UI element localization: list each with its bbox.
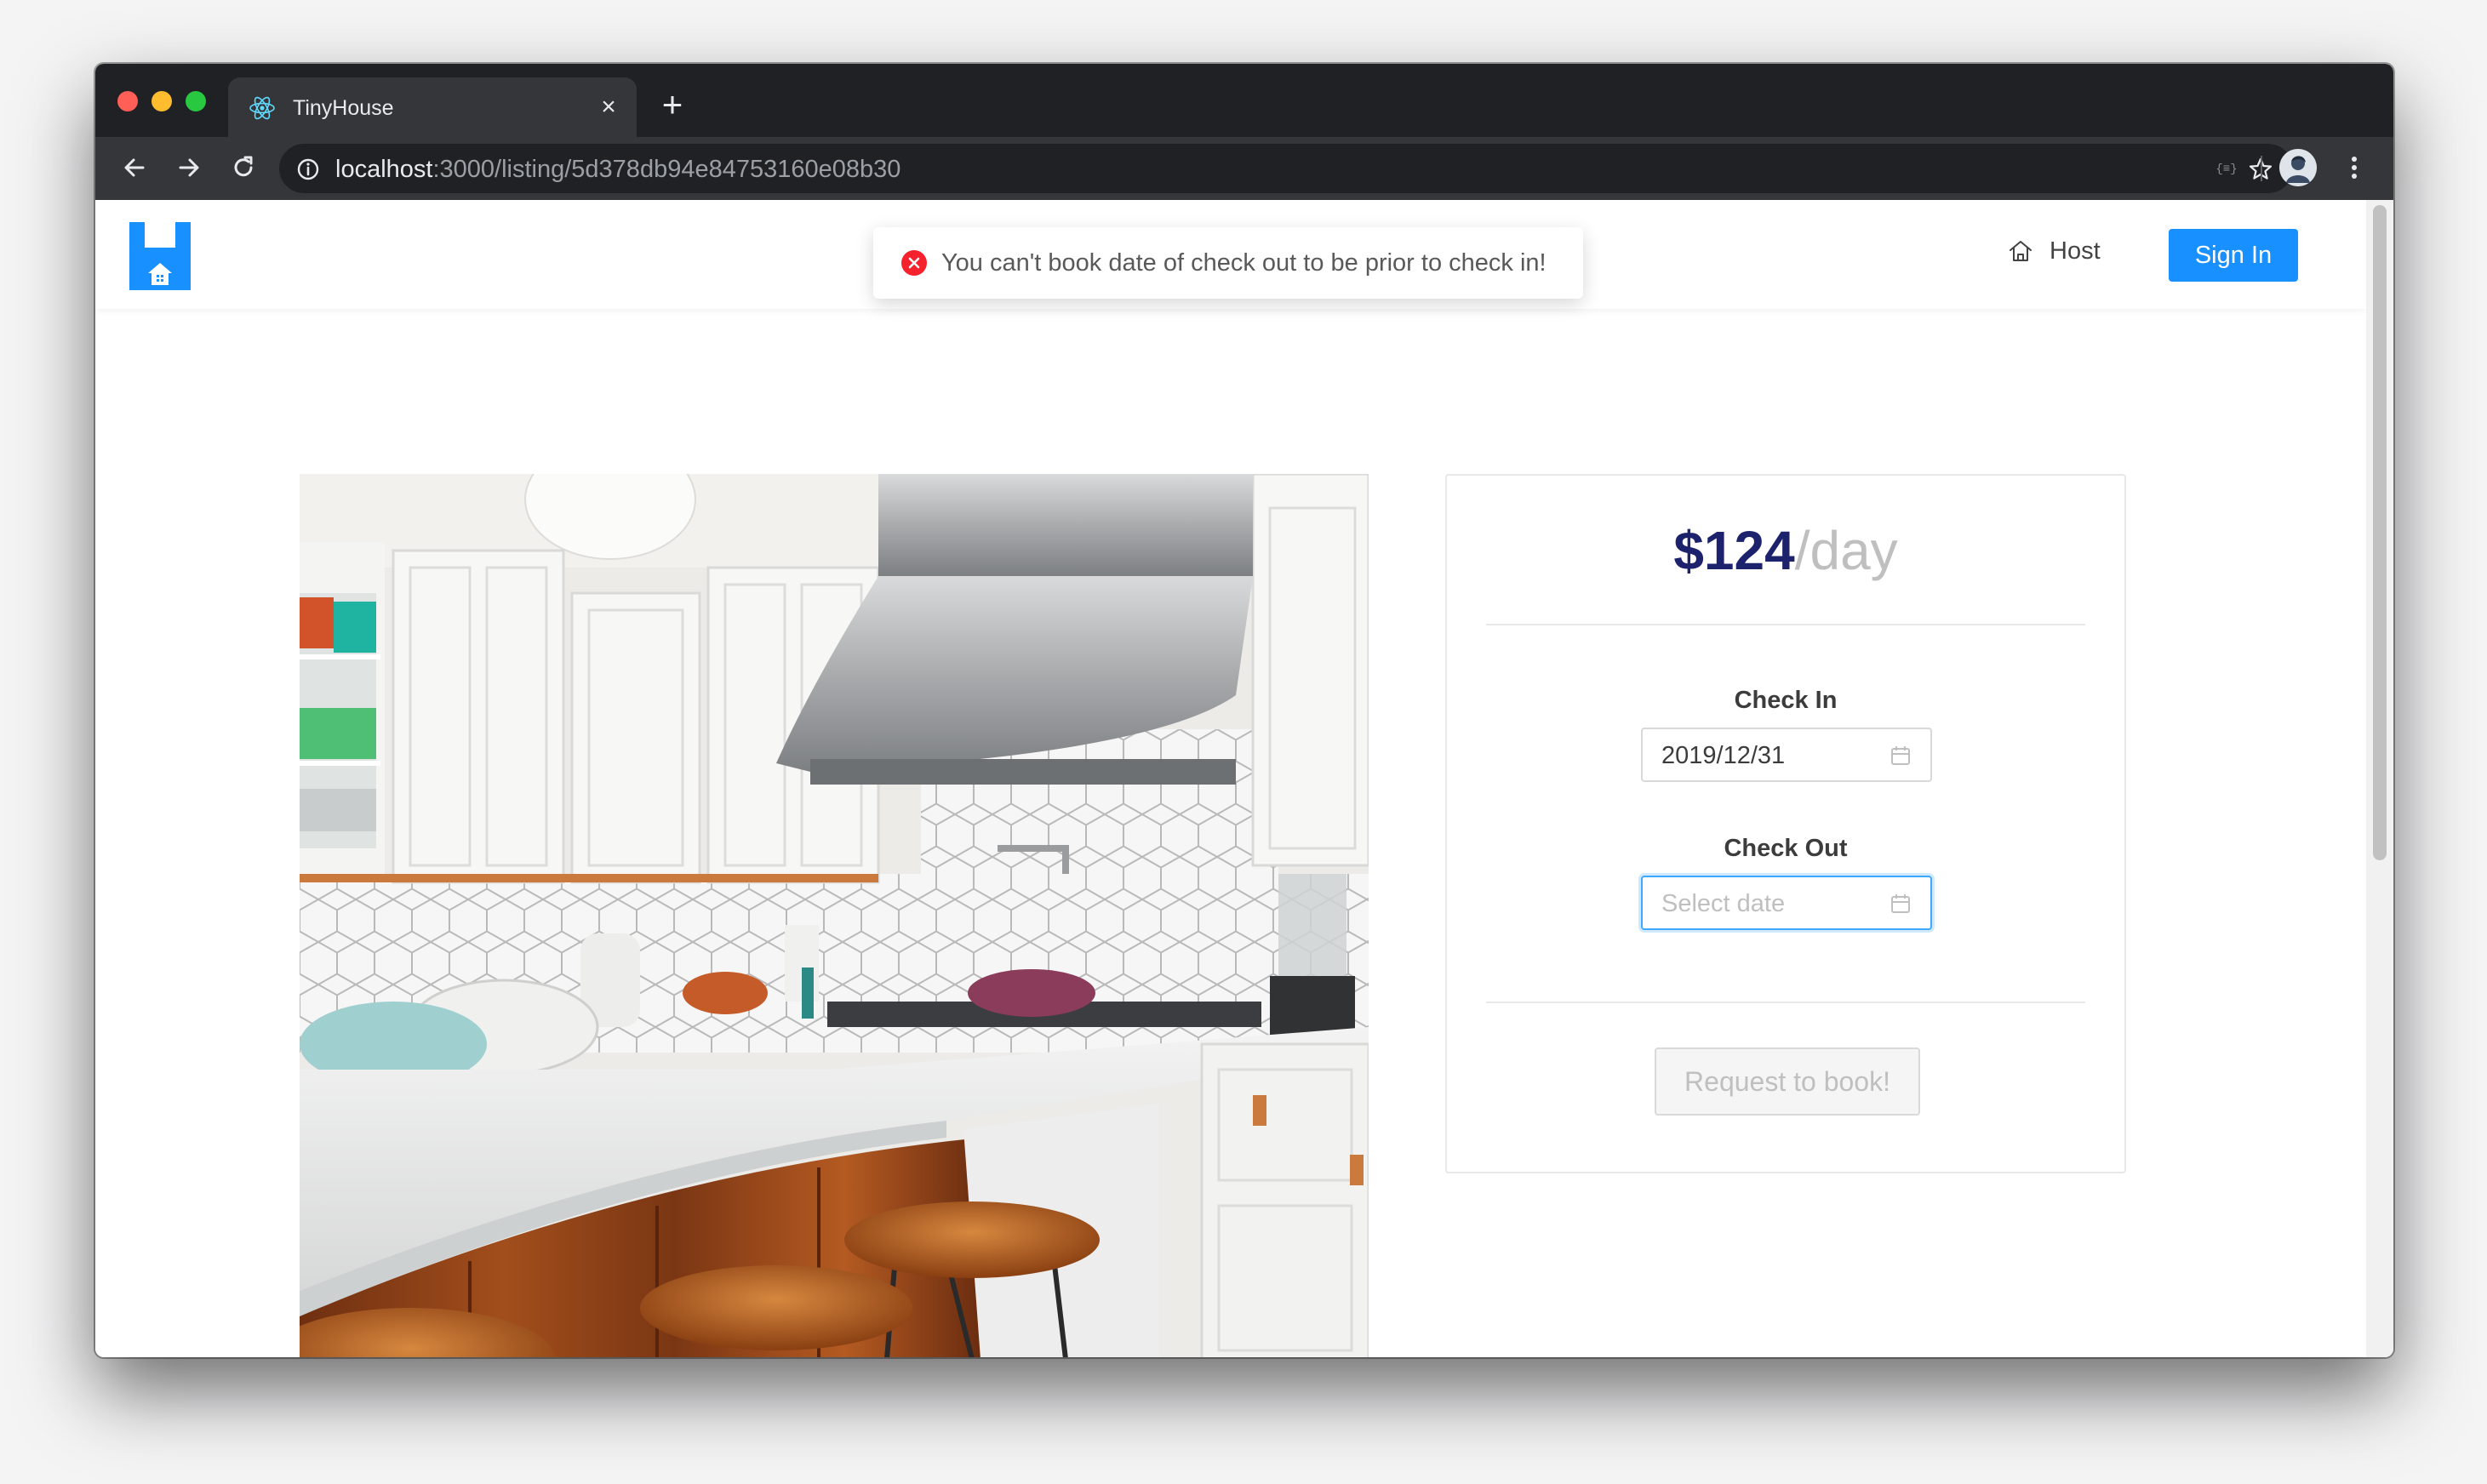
calendar-icon [1891,746,1910,765]
check-out-date-picker[interactable]: Select date [1641,876,1932,930]
check-in-label: Check In [1734,687,1838,714]
tab-bar: TinyHouse × + [95,64,2393,137]
booking-card: $124/day Check In 2019/12/31 Check Out S… [1445,474,2126,1173]
avatar-icon [2279,149,2317,186]
maximize-window-button[interactable] [186,91,206,111]
more-options-icon[interactable] [2339,152,2370,183]
url-host: localhost [335,156,433,183]
close-circle-error-icon [901,250,927,276]
svg-text:{≡}: {≡} [2215,163,2237,176]
address-bar[interactable]: localhost:3000/listing/5d378db94e8475316… [279,144,2293,193]
price-unit: /day [1794,520,1898,581]
listing-photo [300,474,1369,1357]
browser-tab[interactable]: TinyHouse × [228,77,637,137]
check-out-label: Check Out [1724,835,1848,862]
tab-close-icon[interactable]: × [596,94,621,120]
calendar-icon [1891,894,1910,913]
new-tab-icon[interactable]: + [657,87,688,123]
price-divider [1486,624,2085,625]
forward-arrow-icon[interactable] [172,151,206,185]
profile-avatar[interactable] [2279,149,2317,186]
host-link[interactable]: Host [2007,234,2101,268]
close-window-button[interactable] [117,91,138,111]
extension-icon[interactable]: {≡} [2210,151,2244,185]
page-viewport: Host Sign In You can't book date of chec… [95,200,2393,1357]
scrollbar-thumb[interactable] [2373,205,2387,860]
back-arrow-icon[interactable] [117,151,152,185]
error-notification: You can't book date of check out to be p… [873,227,1583,299]
browser-toolbar: localhost:3000/listing/5d378db94e8475316… [95,137,2393,200]
request-to-book-button[interactable]: Request to book! [1655,1047,1920,1116]
browser-window: TinyHouse × + localhost:3000/listing/5d3… [95,64,2393,1357]
check-in-value: 2019/12/31 [1661,742,1786,769]
tab-title: TinyHouse [293,96,394,120]
check-in-date-picker[interactable]: 2019/12/31 [1641,728,1932,782]
react-logo-icon [249,96,275,120]
booking-divider [1486,1002,2085,1003]
check-out-placeholder: Select date [1661,890,1786,917]
reload-icon[interactable] [226,151,260,185]
toolbar-separator [2261,156,2262,181]
site-info-icon[interactable] [296,157,320,181]
price-amount: $124 [1673,520,1795,581]
host-link-label: Host [2050,237,2101,265]
tinyhouse-logo-icon[interactable] [129,222,191,290]
home-icon [2010,241,2032,261]
url-path: :3000/listing/5d378db94e84753160e08b30 [432,156,901,183]
listing-price: $124/day [1447,517,2124,585]
minimize-window-button[interactable] [152,91,172,111]
url-text: localhost:3000/listing/5d378db94e8475316… [335,156,900,183]
sign-in-button[interactable]: Sign In [2169,229,2298,282]
notification-message: You can't book date of check out to be p… [941,249,1547,277]
